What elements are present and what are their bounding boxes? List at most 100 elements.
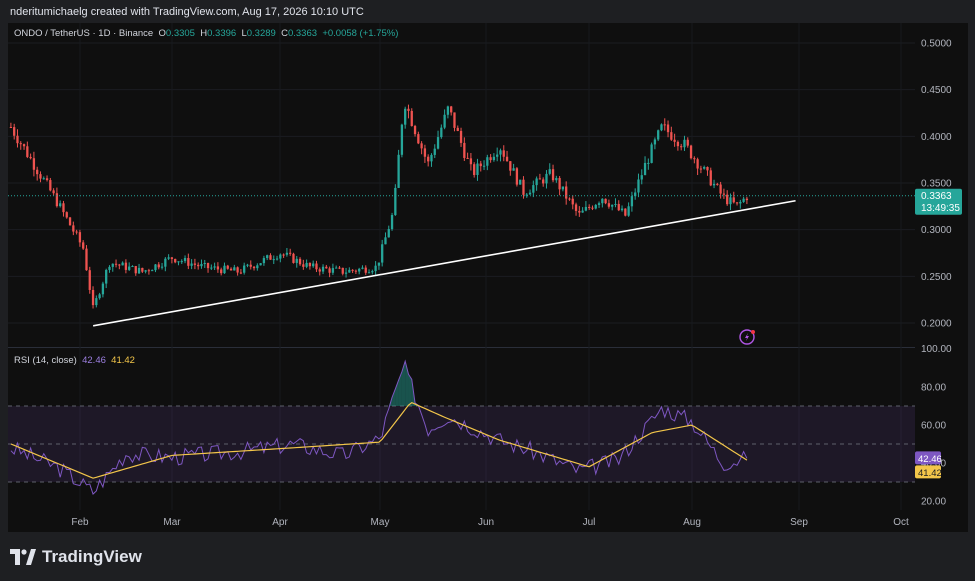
candle-body xyxy=(400,124,404,155)
candle-body xyxy=(476,163,479,175)
candle-body xyxy=(745,198,749,201)
candle-body xyxy=(200,263,203,267)
lightning-icon xyxy=(745,333,749,341)
candle-body xyxy=(660,124,663,131)
candle-body xyxy=(154,264,157,271)
candle-body xyxy=(620,208,624,211)
candle-body xyxy=(617,203,620,211)
candle-body xyxy=(443,114,446,128)
time-tick-label: Aug xyxy=(683,517,701,528)
candle-body xyxy=(243,265,246,273)
candle-body xyxy=(420,143,423,149)
candle-body xyxy=(545,173,548,184)
rsi-label[interactable]: RSI (14, close) xyxy=(14,355,77,366)
change-value: +0.0058 (+1.75%) xyxy=(322,28,399,39)
candle-body xyxy=(72,225,75,232)
time-tick-label: Oct xyxy=(893,517,909,528)
candle-body xyxy=(256,265,259,269)
candle-body xyxy=(597,203,601,205)
candle-body xyxy=(144,270,147,272)
candle-body xyxy=(341,267,344,274)
candle-body xyxy=(591,207,594,209)
candle-body xyxy=(670,132,673,140)
candle-body xyxy=(512,168,515,171)
candle-body xyxy=(604,198,607,204)
candle-body xyxy=(358,268,361,272)
candle-body xyxy=(384,237,387,245)
candle-body xyxy=(522,179,525,195)
candle-body xyxy=(574,204,578,211)
candle-body xyxy=(581,210,584,213)
chart-canvas[interactable]: 0.5000 0.4500 0.4000 0.3500 0.3000 0.2500 0.20… xyxy=(0,0,975,581)
close-value: 0.3363 xyxy=(287,28,318,39)
candle-body xyxy=(42,178,45,180)
candle-body xyxy=(630,196,634,207)
candle-body xyxy=(223,265,226,274)
candle-body xyxy=(16,135,19,144)
rsi-tick-label: 20.00 xyxy=(921,497,946,508)
price-tick-label: 0.2000 xyxy=(921,319,952,330)
candle-body xyxy=(308,262,312,267)
open-value: 0.3305 xyxy=(165,28,195,39)
candle-body xyxy=(542,179,545,184)
candle-body xyxy=(52,190,55,194)
candle-body xyxy=(722,193,726,195)
tradingview-logo[interactable]: TradingView xyxy=(10,547,142,567)
candle-body xyxy=(151,270,154,272)
candle-body xyxy=(321,266,325,272)
candle-body xyxy=(246,264,249,266)
candle-body xyxy=(121,262,124,266)
candle-body xyxy=(423,148,427,157)
candle-body xyxy=(413,125,417,135)
candle-body xyxy=(469,158,473,165)
candle-body xyxy=(689,145,693,159)
candle-body xyxy=(114,263,118,265)
candle-body xyxy=(578,210,581,213)
time-tick-label: May xyxy=(371,517,390,528)
candle-body xyxy=(381,244,384,263)
candle-body xyxy=(226,265,229,269)
rsi-tick-label: 60.00 xyxy=(921,421,946,432)
candle-body xyxy=(111,263,114,267)
candle-body xyxy=(584,206,588,211)
candle-body xyxy=(742,198,745,202)
symbol-label[interactable]: ONDO / TetherUS · 1D · Binance xyxy=(14,28,153,39)
candle-body xyxy=(45,178,49,181)
candle-body xyxy=(561,186,565,190)
candle-body xyxy=(197,264,200,267)
candle-body xyxy=(594,204,597,209)
candle-body xyxy=(456,127,459,131)
candle-body xyxy=(716,183,719,185)
candle-body xyxy=(683,139,686,148)
candle-body xyxy=(279,254,282,259)
candle-body xyxy=(466,157,469,159)
candle-body xyxy=(726,194,729,205)
candle-body xyxy=(124,262,128,270)
candle-body xyxy=(275,258,279,260)
candle-body xyxy=(88,270,91,290)
tradingview-logo-icon xyxy=(10,549,36,565)
candle-body xyxy=(657,130,660,140)
candle-body xyxy=(519,179,522,185)
candle-body xyxy=(108,266,111,270)
candle-body xyxy=(607,203,611,207)
candle-body xyxy=(49,180,52,191)
candle-body xyxy=(269,255,272,260)
candle-body xyxy=(673,139,676,142)
candle-body xyxy=(417,134,420,144)
candle-body xyxy=(216,266,220,270)
rsi-badge-value: 42.46 xyxy=(918,454,942,465)
candle-body xyxy=(509,161,512,171)
candle-body xyxy=(282,254,285,256)
candle-body xyxy=(440,127,443,138)
candle-body xyxy=(302,264,305,267)
candle-body xyxy=(515,168,519,185)
candle-body xyxy=(26,146,29,157)
candle-body xyxy=(703,166,706,169)
candle-body xyxy=(729,197,732,205)
candle-body xyxy=(318,269,321,272)
candle-body xyxy=(252,266,256,269)
price-legend: ONDO / TetherUS · 1D · Binance O0.3305 H… xyxy=(14,28,398,39)
time-tick-label: Sep xyxy=(790,517,808,528)
candle-body xyxy=(190,263,193,266)
